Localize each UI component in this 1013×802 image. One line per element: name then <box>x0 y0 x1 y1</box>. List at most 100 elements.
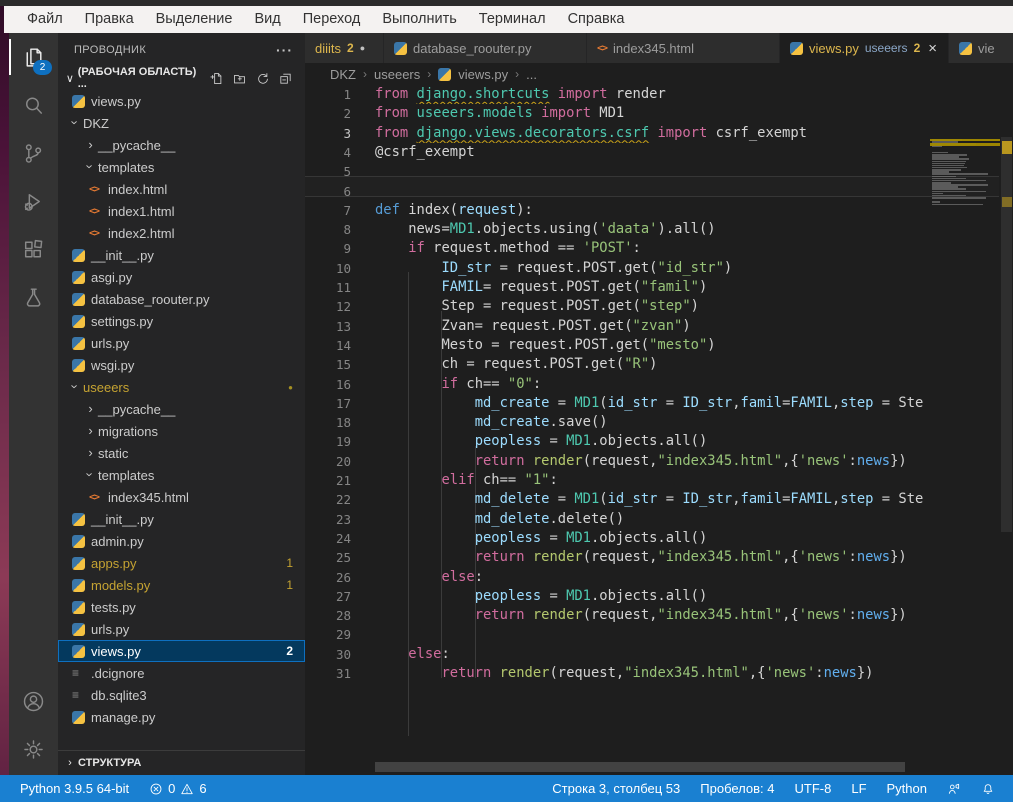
tree-item-wsgi.py[interactable]: wsgi.py <box>58 354 305 376</box>
code-line-16[interactable]: 16 if ch== "0": <box>305 375 1013 394</box>
activity-account-icon[interactable] <box>9 677 58 725</box>
tree-item-useeers[interactable]: ›useeers● <box>58 376 305 398</box>
code-line-27[interactable]: 27 peopless = MD1.objects.all() <box>305 587 1013 606</box>
code-line-4[interactable]: 4@csrf_exempt <box>305 143 1013 162</box>
status-indentation[interactable]: Пробелов: 4 <box>692 781 782 796</box>
code-line-8[interactable]: 8 news=MD1.objects.using('daata').all() <box>305 220 1013 239</box>
code-line-25[interactable]: 25 return render(request,"index345.html"… <box>305 548 1013 567</box>
code-line-7[interactable]: 7def index(request): <box>305 201 1013 220</box>
code-line-10[interactable]: 10 ID_str = request.POST.get("id_str") <box>305 259 1013 278</box>
menu-item-Выделение[interactable]: Выделение <box>145 6 244 33</box>
tree-item-__init__.py[interactable]: __init__.py <box>58 244 305 266</box>
code-editor[interactable]: 1from django.shortcuts import render2fro… <box>305 85 1013 775</box>
tree-item-__pycache__[interactable]: ›__pycache__ <box>58 134 305 156</box>
tree-item-settings.py[interactable]: settings.py <box>58 310 305 332</box>
tree-item-db.sqlite3[interactable]: ≡db.sqlite3 <box>58 684 305 706</box>
code-line-5[interactable]: 5 <box>305 162 1013 181</box>
tab-views.py[interactable]: views.pyuseeers2× <box>780 33 949 63</box>
code-line-2[interactable]: 2from useeers.models import MD1 <box>305 104 1013 123</box>
code-line-20[interactable]: 20 return render(request,"index345.html"… <box>305 452 1013 471</box>
menu-item-Переход[interactable]: Переход <box>292 6 372 33</box>
activity-run-debug-icon[interactable] <box>9 177 58 225</box>
code-line-21[interactable]: 21 elif ch== "1": <box>305 471 1013 490</box>
breadcrumb-item-useeers[interactable]: useeers <box>374 67 420 82</box>
tree-item-index345.html[interactable]: <>index345.html <box>58 486 305 508</box>
breadcrumb[interactable]: DKZ›useeers›views.py›... <box>305 63 1013 85</box>
code-line-22[interactable]: 22 md_delete = MD1(id_str = ID_str,famil… <box>305 490 1013 509</box>
menu-item-Терминал[interactable]: Терминал <box>468 6 557 33</box>
tree-item-admin.py[interactable]: admin.py <box>58 530 305 552</box>
tree-item-static[interactable]: ›static <box>58 442 305 464</box>
tab-index345.html[interactable]: <>index345.html <box>587 33 780 63</box>
status-python-version[interactable]: Python 3.9.5 64-bit <box>12 781 137 796</box>
code-line-9[interactable]: 9 if request.method == 'POST': <box>305 239 1013 258</box>
code-line-31[interactable]: 31 return render(request,"index345.html"… <box>305 664 1013 683</box>
activity-settings-icon[interactable] <box>9 725 58 773</box>
tree-item-index.html[interactable]: <>index.html <box>58 178 305 200</box>
status-language[interactable]: Python <box>879 781 935 796</box>
tree-item-manage.py[interactable]: manage.py <box>58 706 305 728</box>
menu-item-Правка[interactable]: Правка <box>74 6 145 33</box>
horizontal-scrollbar[interactable] <box>375 762 905 772</box>
code-line-30[interactable]: 30 else: <box>305 645 1013 664</box>
code-line-26[interactable]: 26 else: <box>305 568 1013 587</box>
code-line-6[interactable]: 6 <box>305 182 1013 201</box>
activity-source-control-icon[interactable] <box>9 129 58 177</box>
tab-diiits[interactable]: diiits2● <box>305 33 384 63</box>
code-line-1[interactable]: 1from django.shortcuts import render <box>305 85 1013 104</box>
breadcrumb-item-...[interactable]: ... <box>526 67 537 82</box>
minimap[interactable] <box>930 139 1000 209</box>
code-line-28[interactable]: 28 return render(request,"index345.html"… <box>305 606 1013 625</box>
tree-item-DKZ[interactable]: ›DKZ <box>58 112 305 134</box>
tree-item-asgi.py[interactable]: asgi.py <box>58 266 305 288</box>
workspace-section-header[interactable]: ∨ (РАБОЧАЯ ОБЛАСТЬ) ... <box>58 66 305 90</box>
code-line-17[interactable]: 17 md_create = MD1(id_str = ID_str,famil… <box>305 394 1013 413</box>
tree-item-__pycache__[interactable]: ›__pycache__ <box>58 398 305 420</box>
tab-vie[interactable]: vie <box>949 33 1013 63</box>
tree-item-tests.py[interactable]: tests.py <box>58 596 305 618</box>
tree-item-models.py[interactable]: models.py1 <box>58 574 305 596</box>
breadcrumb-item-views.py[interactable]: views.py <box>458 67 508 82</box>
tree-item-urls.py[interactable]: urls.py <box>58 332 305 354</box>
tree-item-index1.html[interactable]: <>index1.html <box>58 200 305 222</box>
sidebar-more-actions-icon[interactable]: ··· <box>276 42 293 58</box>
code-line-18[interactable]: 18 md_create.save() <box>305 413 1013 432</box>
code-line-23[interactable]: 23 md_delete.delete() <box>305 510 1013 529</box>
status-encoding[interactable]: UTF-8 <box>787 781 840 796</box>
code-line-3[interactable]: 3from django.views.decorators.csrf impor… <box>305 124 1013 143</box>
menu-item-Вид[interactable]: Вид <box>243 6 291 33</box>
tab-database_roouter.py[interactable]: database_roouter.py <box>384 33 587 63</box>
tree-item-templates[interactable]: ›templates <box>58 464 305 486</box>
code-line-19[interactable]: 19 peopless = MD1.objects.all() <box>305 432 1013 451</box>
activity-extensions-icon[interactable] <box>9 225 58 273</box>
status-feedback-icon[interactable] <box>939 782 969 796</box>
code-line-11[interactable]: 11 FAMIL= request.POST.get("famil") <box>305 278 1013 297</box>
refresh-icon[interactable] <box>252 68 272 88</box>
tree-item-migrations[interactable]: ›migrations <box>58 420 305 442</box>
menu-item-Выполнить[interactable]: Выполнить <box>371 6 467 33</box>
tree-item-urls.py[interactable]: urls.py <box>58 618 305 640</box>
status-bell-icon[interactable] <box>973 782 1003 796</box>
code-line-29[interactable]: 29 <box>305 625 1013 644</box>
menu-item-Файл[interactable]: Файл <box>16 6 74 33</box>
activity-explorer-icon[interactable]: 2 <box>9 33 58 81</box>
tree-item-__init__.py[interactable]: __init__.py <box>58 508 305 530</box>
tree-item-index2.html[interactable]: <>index2.html <box>58 222 305 244</box>
activity-testing-icon[interactable] <box>9 273 58 321</box>
new-file-icon[interactable] <box>206 68 226 88</box>
menu-item-Справка[interactable]: Справка <box>557 6 636 33</box>
outline-section-header[interactable]: › СТРУКТУРА <box>58 750 305 775</box>
code-line-13[interactable]: 13 Zvan= request.POST.get("zvan") <box>305 317 1013 336</box>
tree-item-.dcignore[interactable]: ≡.dcignore <box>58 662 305 684</box>
breadcrumb-item-DKZ[interactable]: DKZ <box>330 67 356 82</box>
code-line-14[interactable]: 14 Mesto = request.POST.get("mesto") <box>305 336 1013 355</box>
code-line-24[interactable]: 24 peopless = MD1.objects.all() <box>305 529 1013 548</box>
status-eol[interactable]: LF <box>843 781 874 796</box>
status-problems[interactable]: 06 <box>141 781 214 796</box>
tree-item-database_roouter.py[interactable]: database_roouter.py <box>58 288 305 310</box>
new-folder-icon[interactable] <box>229 68 249 88</box>
code-line-12[interactable]: 12 Step = request.POST.get("step") <box>305 297 1013 316</box>
tree-item-views.py[interactable]: views.py2 <box>58 640 305 662</box>
close-icon[interactable]: × <box>928 40 937 57</box>
status-cursor-position[interactable]: Строка 3, столбец 53 <box>544 781 688 796</box>
